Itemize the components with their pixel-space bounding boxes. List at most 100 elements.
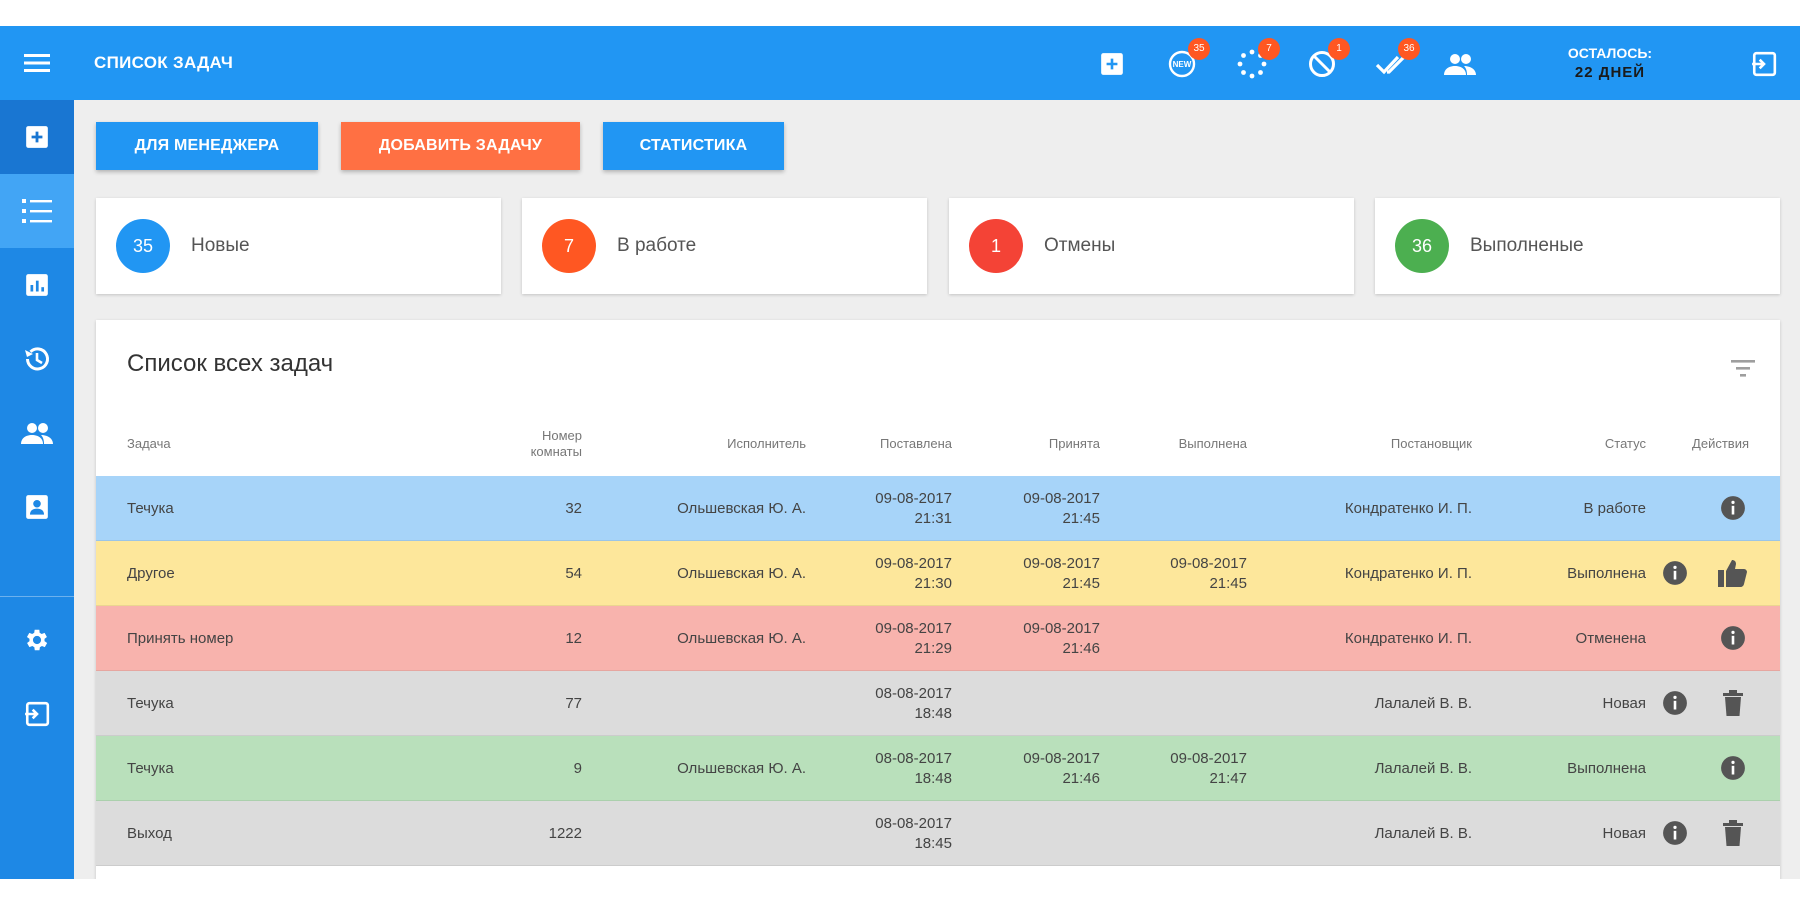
cell-created: 09-08-2017 21:31 <box>816 476 952 541</box>
cell-executor: Ольшевская Ю. А. <box>677 564 806 582</box>
stat-count: 7 <box>542 219 596 273</box>
canceled-count-badge: 1 <box>1328 38 1350 60</box>
info-icon[interactable] <box>1717 622 1749 654</box>
exit-icon[interactable] <box>1746 46 1782 82</box>
add-box-icon[interactable] <box>1092 44 1132 84</box>
cell-created: 08-08-2017 18:48 <box>816 671 952 736</box>
col-actions: Действия <box>1692 436 1749 451</box>
accepted-time: 21:46 <box>1062 639 1100 657</box>
trash-icon[interactable] <box>1717 817 1749 849</box>
remaining-days: ОСТАЛОСЬ: 22 ДНЕЙ <box>1530 43 1690 83</box>
sidebar-item-logout[interactable] <box>0 677 74 751</box>
cell-room: 77 <box>565 694 582 712</box>
created-date: 09-08-2017 <box>875 489 952 507</box>
people-icon <box>21 423 53 444</box>
col-completed[interactable]: Выполнена <box>1111 412 1247 476</box>
table-row[interactable]: Течука 32 Ольшевская Ю. А. 09-08-2017 21:31 0… <box>96 476 1780 541</box>
cell-accepted: 09-08-2017 21:46 <box>966 736 1100 801</box>
add-box-icon <box>26 126 48 148</box>
cell-completed <box>1111 476 1247 541</box>
remaining-value: 22 ДНЕЙ <box>1574 64 1646 81</box>
created-date: 08-08-2017 <box>875 814 952 832</box>
sidebar-item-tasks[interactable] <box>0 174 74 248</box>
sidebar-item-statistics[interactable] <box>0 248 74 322</box>
cell-status: Новая <box>1602 694 1646 712</box>
exit-icon <box>25 701 50 727</box>
accepted-time: 21:46 <box>1062 769 1100 787</box>
created-date: 09-08-2017 <box>875 554 952 572</box>
canceled-button[interactable]: 1 <box>1302 38 1350 84</box>
info-icon[interactable] <box>1717 752 1749 784</box>
people-icon[interactable] <box>1440 44 1480 84</box>
accepted-date: 09-08-2017 <box>1023 554 1100 572</box>
table-row[interactable]: Принять номер 12 Ольшевская Ю. А. 09-08-201… <box>96 606 1780 671</box>
table-row[interactable]: Другое 54 Ольшевская Ю. А. 09-08-2017 21:30 0… <box>96 541 1780 606</box>
done-count-badge: 36 <box>1398 38 1420 60</box>
filter-icon[interactable] <box>1728 353 1758 383</box>
info-icon[interactable] <box>1659 687 1691 719</box>
stat-card-in-progress[interactable]: 7 В работе <box>522 198 927 294</box>
new-count-badge: 35 <box>1188 38 1210 60</box>
col-accepted[interactable]: Принята <box>966 412 1100 476</box>
menu-icon[interactable] <box>0 26 74 100</box>
accepted-date: 09-08-2017 <box>1023 749 1100 767</box>
in-progress-count-badge: 7 <box>1258 38 1280 60</box>
stat-card-new[interactable]: 35 Новые <box>96 198 501 294</box>
stat-card-canceled[interactable]: 1 Отмены <box>949 198 1354 294</box>
done-button[interactable]: 36 <box>1372 38 1420 84</box>
in-progress-button[interactable]: 7 <box>1232 38 1280 84</box>
trash-icon[interactable] <box>1717 687 1749 719</box>
cell-author: Кондратенко И. П. <box>1344 629 1472 647</box>
completed-time: 21:47 <box>1209 769 1247 787</box>
contact-card-icon <box>26 495 48 519</box>
accepted-date: 09-08-2017 <box>1023 489 1100 507</box>
created-time: 21:29 <box>914 639 952 657</box>
cell-created: 09-08-2017 21:29 <box>816 606 952 671</box>
cell-completed <box>1111 801 1247 866</box>
table-row[interactable]: Течука 9 Ольшевская Ю. А. 08-08-2017 18:48 09… <box>96 736 1780 801</box>
sidebar-item-add[interactable] <box>0 100 74 174</box>
cell-status: Выполнена <box>1567 759 1646 777</box>
col-author[interactable]: Постановщик <box>1256 412 1472 476</box>
thumbs-up-icon[interactable] <box>1717 557 1749 589</box>
cell-executor: Ольшевская Ю. А. <box>677 759 806 777</box>
cell-task: Течука <box>127 759 174 777</box>
cell-task: Течука <box>127 694 174 712</box>
sidebar-item-settings[interactable] <box>0 603 74 677</box>
cell-executor: Ольшевская Ю. А. <box>677 499 806 517</box>
col-room-line1: Номер <box>541 428 582 443</box>
stat-label: Выполненые <box>1470 235 1584 256</box>
cell-author: Лалалей В. В. <box>1374 759 1472 777</box>
sidebar-item-staff[interactable] <box>0 396 74 470</box>
task-list-icon <box>22 199 52 223</box>
accepted-date: 09-08-2017 <box>1023 619 1100 637</box>
sidebar-item-contacts[interactable] <box>0 470 74 544</box>
info-icon[interactable] <box>1659 557 1691 589</box>
table-row[interactable]: Выход 1222 08-08-2017 18:45 Лалалей В. В. Нов… <box>96 801 1780 866</box>
col-status[interactable]: Статус <box>1486 412 1646 476</box>
cell-task: Принять номер <box>127 629 234 647</box>
stat-count: 35 <box>116 219 170 273</box>
cell-task: Выход <box>127 824 172 842</box>
table-header: Задача Номер комнаты Исполнитель Поставл… <box>96 412 1780 476</box>
cell-status: Новая <box>1602 824 1646 842</box>
add-task-button[interactable]: ДОБАВИТЬ ЗАДАЧУ <box>341 122 580 170</box>
cell-completed <box>1111 606 1247 671</box>
created-time: 18:48 <box>914 769 952 787</box>
svg-text:NEW: NEW <box>1173 60 1192 69</box>
col-room[interactable]: Номер комнаты <box>396 412 582 476</box>
history-icon <box>25 347 49 371</box>
stat-card-done[interactable]: 36 Выполненые <box>1375 198 1780 294</box>
cell-accepted: 09-08-2017 21:45 <box>966 476 1100 541</box>
col-executor[interactable]: Исполнитель <box>596 412 806 476</box>
info-icon[interactable] <box>1659 817 1691 849</box>
statistics-button[interactable]: СТАТИСТИКА <box>603 122 784 170</box>
col-task[interactable]: Задача <box>127 412 327 476</box>
sidebar-item-history[interactable] <box>0 322 74 396</box>
col-created[interactable]: Поставлена <box>816 412 952 476</box>
new-tasks-button[interactable]: NEW 35 <box>1162 38 1210 84</box>
completed-date: 09-08-2017 <box>1170 554 1247 572</box>
table-row[interactable]: Течука 77 08-08-2017 18:48 Лалалей В. В. Нова… <box>96 671 1780 736</box>
for-manager-button[interactable]: ДЛЯ МЕНЕДЖЕРА <box>96 122 318 170</box>
info-icon[interactable] <box>1717 492 1749 524</box>
